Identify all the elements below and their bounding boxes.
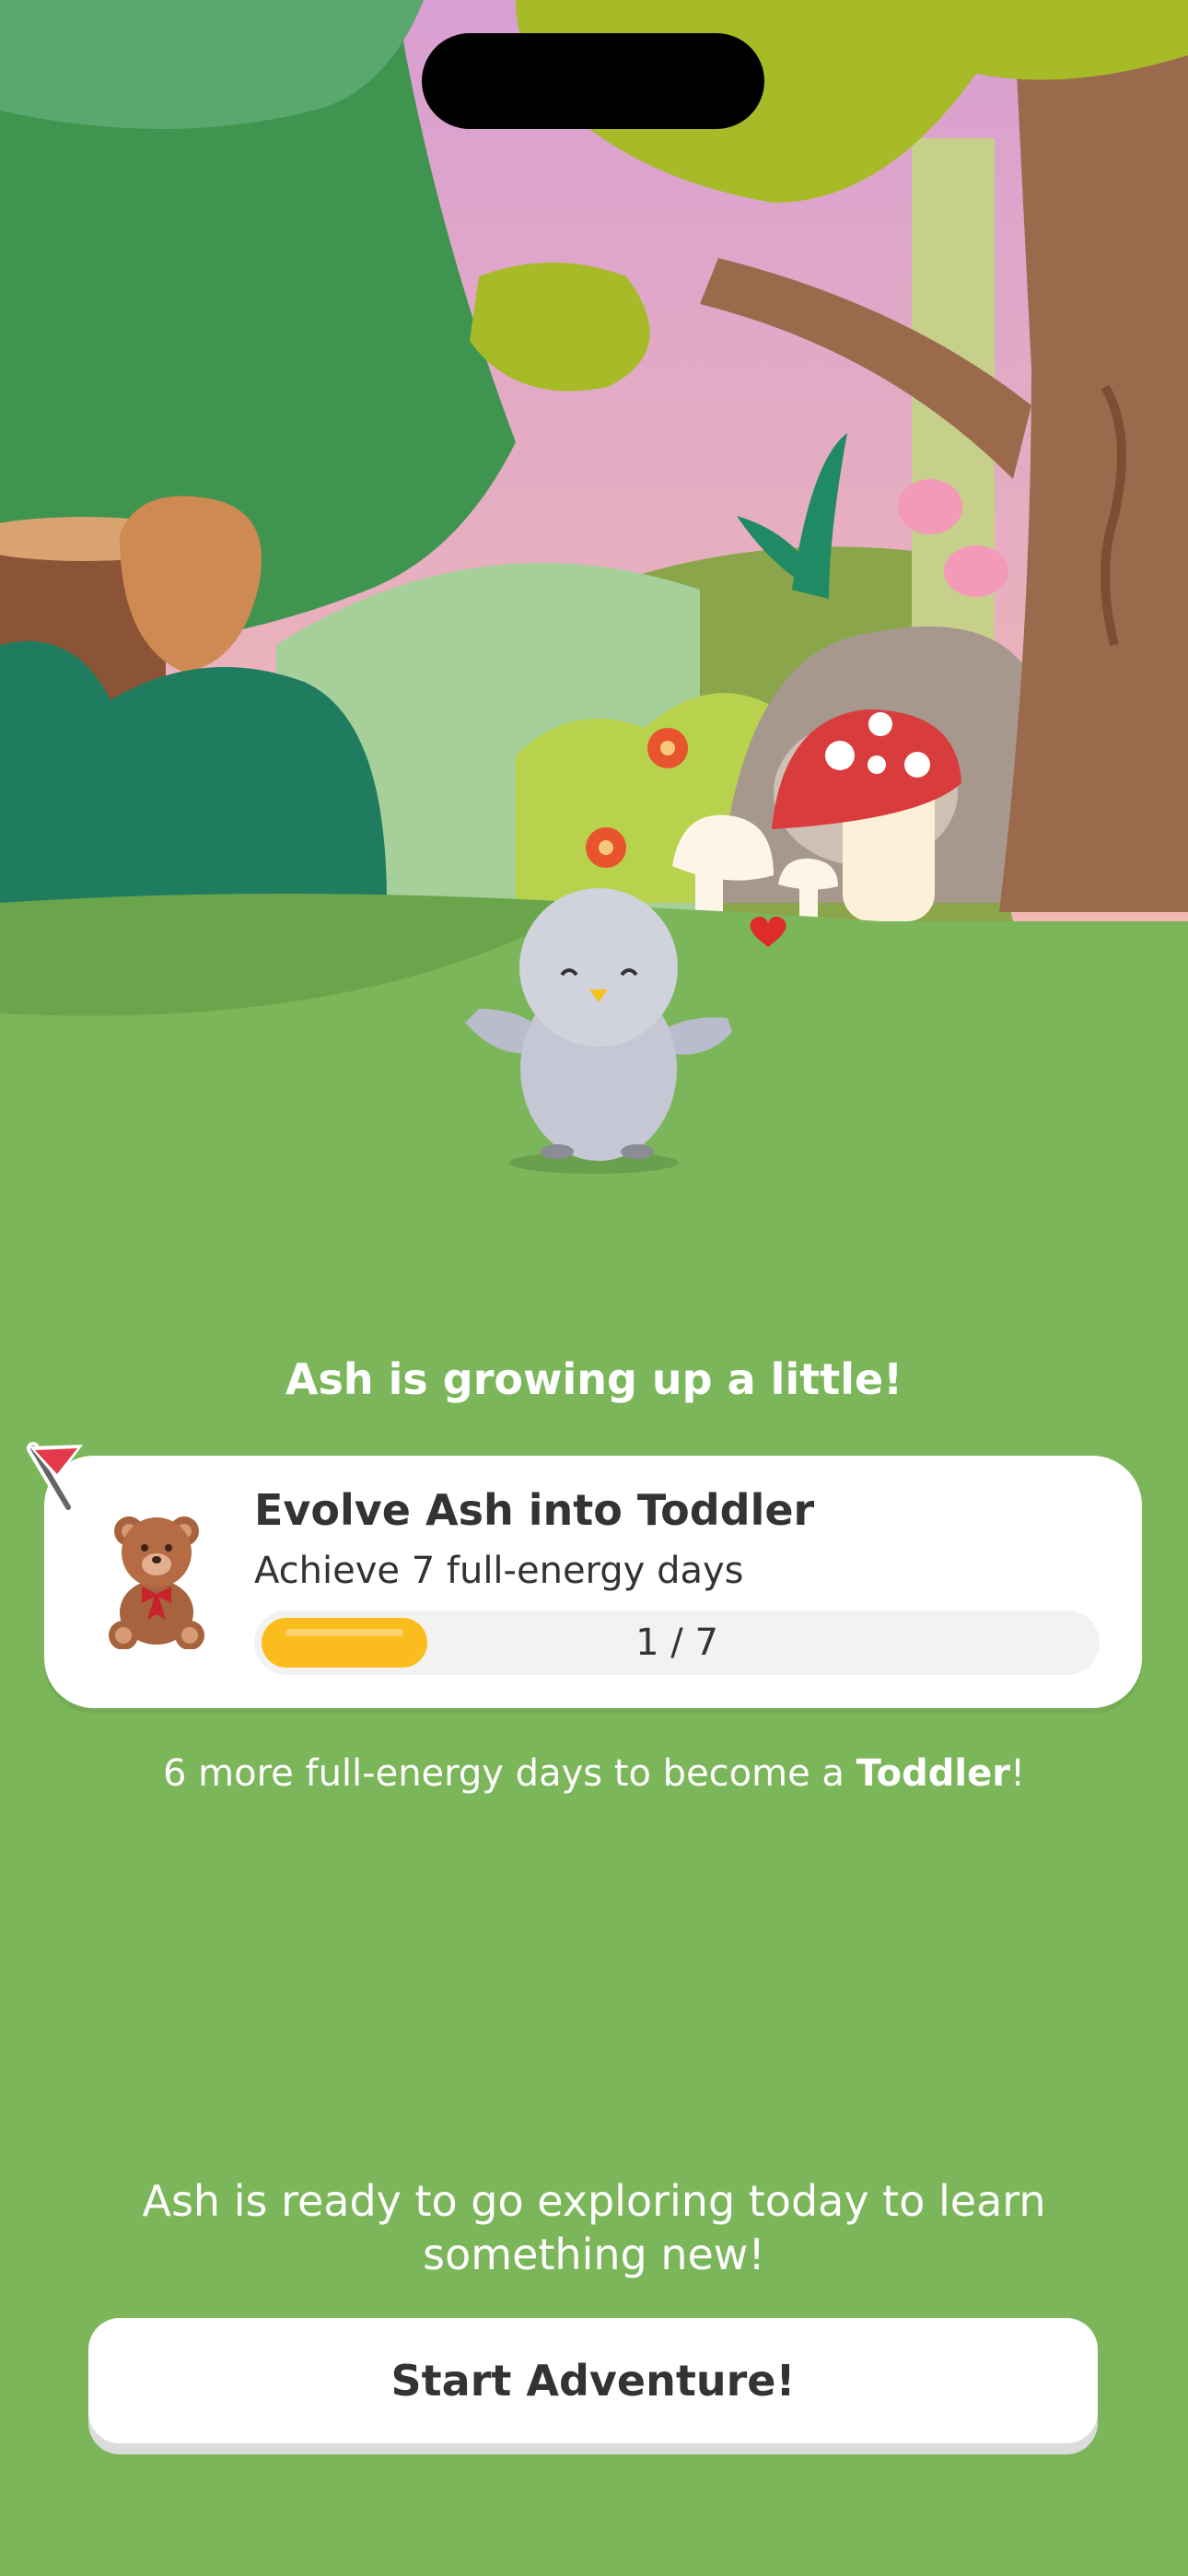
forest-scene-illustration (0, 0, 1188, 1198)
teddy-bear-icon (109, 1516, 204, 1649)
dynamic-island (422, 33, 764, 129)
goal-progress-label: 1 / 7 (635, 1622, 718, 1664)
goal-title: Evolve Ash into Toddler (254, 1485, 815, 1535)
note-prefix: 6 more full-energy days to become a (163, 1752, 856, 1795)
note-suffix: ! (1009, 1752, 1025, 1795)
growth-headline: Ash is growing up a little! (285, 1354, 903, 1404)
red-flag-icon (27, 1442, 83, 1513)
goal-progress-bar: 1 / 7 (254, 1610, 1100, 1675)
goal-subtitle: Achieve 7 full-energy days (254, 1550, 744, 1592)
adventure-prompt: Ash is ready to go exploring today to le… (142, 2176, 1046, 2279)
days-remaining-note: 6 more full-energy days to become a Todd… (0, 1752, 1188, 1795)
start-adventure-button[interactable]: Start Adventure! (88, 2318, 1098, 2443)
note-stage: Toddler (856, 1752, 1010, 1795)
